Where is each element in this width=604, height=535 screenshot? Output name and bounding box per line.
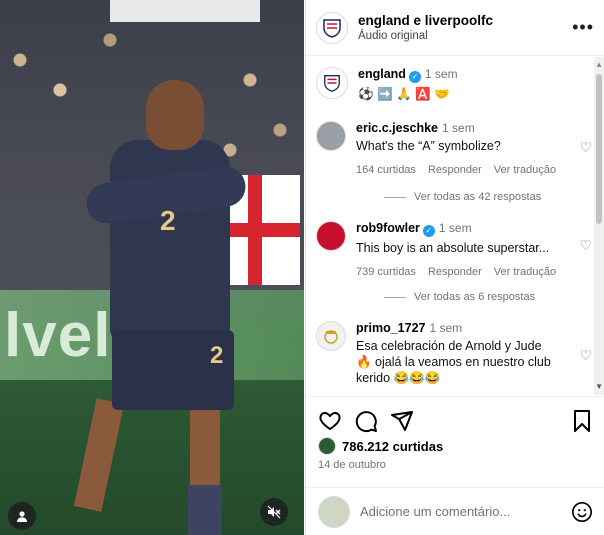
account-avatar[interactable] — [316, 11, 348, 44]
like-comment-icon[interactable]: ♡ — [579, 237, 592, 254]
tagged-users-button[interactable] — [8, 502, 36, 530]
comment-item: eric.c.jeschke 1 sem What's the “A” symbo… — [316, 121, 592, 176]
view-replies-button[interactable]: Ver todas as 42 respostas — [384, 191, 541, 203]
comment-time[interactable]: 1 sem — [429, 321, 462, 335]
translate-button[interactable]: Ver tradução — [494, 164, 556, 176]
post-actions: 786.212 curtidas 14 de outubro — [306, 396, 604, 486]
post-panel: england e liverpoolfc Áudio original •••… — [305, 0, 604, 535]
comment-likes[interactable]: 739 curtidas — [356, 266, 416, 278]
comment-username[interactable]: rob9fowler — [356, 221, 420, 235]
post-header: england e liverpoolfc Áudio original ••• — [306, 0, 604, 56]
share-icon[interactable] — [390, 409, 414, 433]
more-options-icon[interactable]: ••• — [572, 17, 594, 38]
likes-count[interactable]: 786.212 curtidas — [318, 437, 443, 455]
scroll-down-arrow-icon[interactable]: ▼ — [595, 382, 603, 391]
england-crest-icon — [324, 75, 340, 92]
player-sock — [188, 485, 222, 535]
heart-icon[interactable] — [318, 409, 342, 433]
england-avatar[interactable] — [316, 67, 348, 99]
add-comment-input[interactable] — [360, 504, 571, 519]
like-comment-icon[interactable]: ♡ — [579, 139, 592, 156]
verified-badge-icon: ✓ — [408, 71, 421, 83]
commenter-avatar[interactable] — [316, 121, 346, 151]
commenter-avatar[interactable] — [316, 221, 346, 251]
stadium-banner — [110, 0, 260, 22]
add-comment-bar — [306, 487, 604, 535]
scrollbar-thumb[interactable] — [596, 74, 602, 224]
audio-label[interactable]: Áudio original — [358, 30, 572, 42]
scroll-up-arrow-icon[interactable]: ▲ — [595, 60, 603, 69]
post-date[interactable]: 14 de outubro — [318, 459, 386, 471]
comment-text: What's the “A” symbolize? — [356, 139, 501, 153]
comments-list: england ✓ 1 sem ⚽ ➡️ 🙏 🅰️ 🤝 eric.c.jeschke… — [306, 57, 604, 395]
view-replies-button[interactable]: Ver todas as 6 respostas — [384, 291, 535, 303]
real-madrid-crest-icon — [324, 330, 338, 344]
comment-item: rob9fowler ✓ 1 sem This boy is an absolute… — [316, 221, 592, 278]
comment-item: primo_1727 1 sem Esa celebración de Arnol… — [316, 321, 592, 386]
comment-username[interactable]: primo_1727 — [356, 321, 425, 335]
like-comment-icon[interactable]: ♡ — [579, 347, 592, 364]
comment-time[interactable]: 1 sem — [442, 121, 475, 135]
england-crest-icon — [323, 18, 341, 38]
header-accounts[interactable]: england e liverpoolfc — [358, 13, 572, 28]
emoji-icon[interactable] — [571, 501, 593, 523]
likes-text[interactable]: 786.212 curtidas — [342, 439, 443, 454]
reply-button[interactable]: Responder — [428, 164, 482, 176]
player-head — [146, 80, 204, 150]
comment-username[interactable]: eric.c.jeschke — [356, 121, 438, 135]
comment-likes[interactable]: 164 curtidas — [356, 164, 416, 176]
reply-button[interactable]: Responder — [428, 266, 482, 278]
mute-button[interactable] — [260, 498, 288, 526]
post-media[interactable]: lvelun 2 2 — [0, 0, 304, 535]
save-bookmark-icon[interactable] — [570, 409, 594, 433]
liker-avatar — [318, 437, 336, 455]
comment-time[interactable]: 1 sem — [439, 221, 472, 235]
shorts-number: 2 — [210, 342, 224, 369]
verified-badge-icon: ✓ — [422, 225, 435, 237]
commenter-avatar[interactable] — [316, 321, 346, 351]
caption-text: ⚽ ➡️ 🙏 🅰️ 🤝 — [358, 87, 450, 101]
current-user-avatar — [318, 495, 350, 528]
speaker-muted-icon — [267, 505, 281, 519]
user-icon — [17, 511, 27, 522]
caption: england ✓ 1 sem ⚽ ➡️ 🙏 🅰️ 🤝 — [316, 67, 586, 102]
shirt-number: 2 — [160, 205, 176, 236]
comment-text: This boy is an absolute superstar... — [356, 241, 550, 255]
caption-username[interactable]: england — [358, 67, 406, 81]
comment-text: Esa celebración de Arnold y Jude 🔥 ojalá… — [356, 339, 551, 385]
caption-time[interactable]: 1 sem — [425, 67, 458, 81]
translate-button[interactable]: Ver tradução — [494, 266, 556, 278]
comment-icon[interactable] — [354, 409, 378, 433]
